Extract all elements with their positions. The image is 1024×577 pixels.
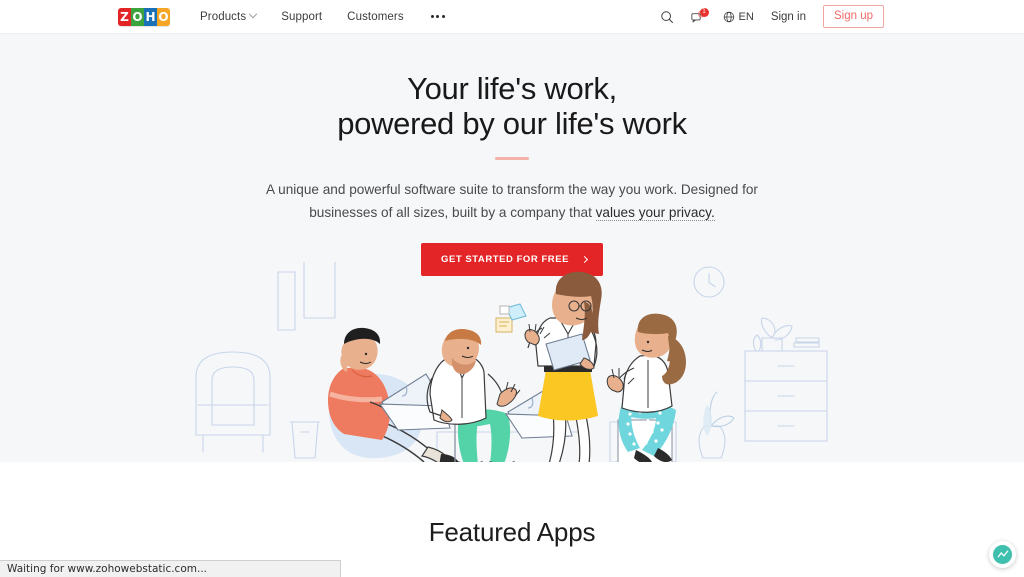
hero-section: Your life's work, powered by our life's … [0, 34, 1024, 462]
main-navigation: Products Support Customers [200, 9, 447, 23]
language-label: EN [738, 10, 754, 23]
search-button[interactable] [660, 10, 674, 24]
logo-tile-h: H [144, 7, 157, 26]
privacy-link[interactable]: values your privacy. [595, 204, 715, 221]
logo-tile-o2: O [157, 7, 170, 26]
logo-tile-z: Z [118, 7, 131, 26]
site-header: Z O H O Products Support Customers 1 EN … [0, 0, 1024, 34]
notifications-button[interactable]: 1 [690, 7, 709, 24]
more-dot [441, 15, 445, 18]
illustration-person-4 [606, 313, 686, 462]
illustration-sticky-notes [495, 303, 527, 333]
more-menu-button[interactable] [429, 11, 447, 22]
featured-apps-title: Featured Apps [428, 517, 596, 547]
analytics-icon [993, 545, 1012, 564]
sign-in-link[interactable]: Sign in [771, 11, 806, 23]
zoho-logo[interactable]: Z O H O [118, 7, 170, 26]
hero-illustration [195, 262, 828, 462]
title-divider [495, 157, 529, 161]
notification-badge: 1 [699, 7, 709, 17]
headline-line-1: Your life's work, [407, 71, 617, 106]
chat-widget-button[interactable] [989, 541, 1016, 568]
chevron-down-icon [248, 9, 258, 18]
nav-item-customers[interactable]: Customers [347, 11, 404, 23]
nav-label-products: Products [200, 10, 247, 23]
hero-subtitle: A unique and powerful software suite to … [252, 179, 772, 223]
activity-line-icon [997, 550, 1008, 557]
language-selector[interactable]: EN [723, 11, 754, 23]
page-title: Your life's work, powered by our life's … [0, 71, 1024, 141]
sign-up-button[interactable]: Sign up [822, 5, 884, 28]
search-icon [660, 10, 673, 23]
logo-tile-o1: O [131, 7, 144, 26]
header-actions: 1 EN Sign in Sign up [660, 5, 884, 28]
headline-line-2: powered by our life's work [337, 105, 687, 141]
status-text: Waiting for www.zohowebstatic.com... [7, 563, 207, 575]
nav-label-support: Support [281, 10, 323, 23]
nav-item-support[interactable]: Support [281, 11, 322, 23]
nav-label-customers: Customers [347, 10, 404, 23]
more-dot [436, 15, 440, 18]
browser-status-bar: Waiting for www.zohowebstatic.com... [0, 560, 341, 577]
more-dot [430, 15, 434, 18]
globe-icon [723, 11, 734, 22]
nav-item-products[interactable]: Products [200, 9, 258, 23]
